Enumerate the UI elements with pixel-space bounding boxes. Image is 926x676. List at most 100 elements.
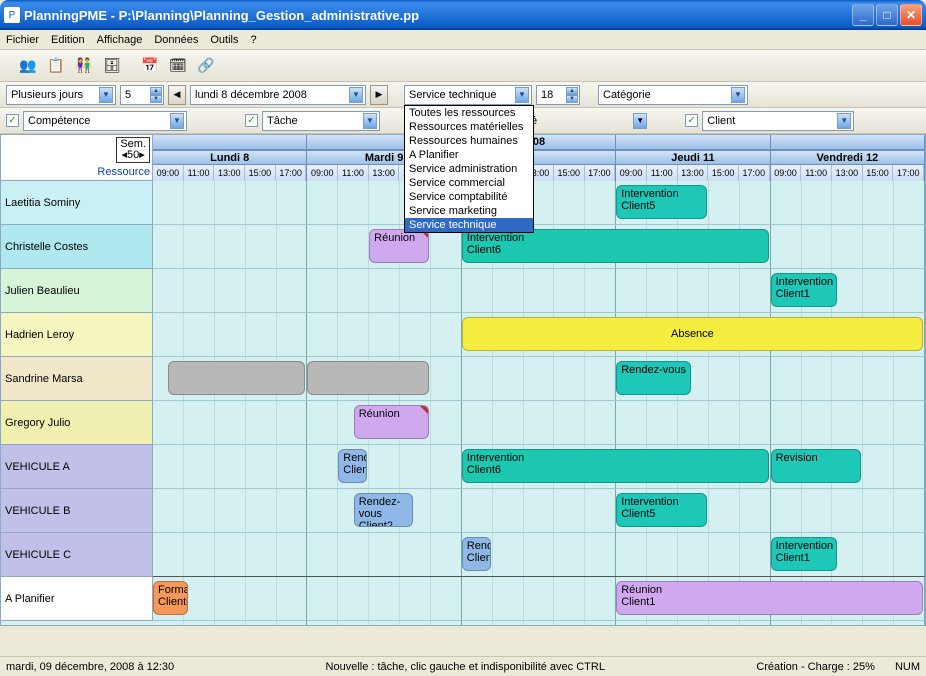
maximize-button[interactable]: □ <box>876 4 898 26</box>
minimize-button[interactable]: _ <box>852 4 874 26</box>
view-combo[interactable]: Plusieurs jours▼ <box>6 85 116 105</box>
client-label: Client <box>707 115 837 127</box>
resource-label[interactable]: Sandrine Marsa <box>1 357 153 401</box>
calendar-view-icon[interactable]: 🗓 <box>166 54 190 78</box>
resource-filter-dropdown[interactable]: Toutes les ressources Ressources matérie… <box>404 105 534 233</box>
resource-label[interactable]: Christelle Costes <box>1 225 153 269</box>
competence-combo[interactable]: Compétence▼ <box>23 111 187 131</box>
link-icon[interactable]: 🔗 <box>194 54 218 78</box>
task-block[interactable]: InterventionClient5 <box>616 493 707 527</box>
tache-label: Tâche <box>267 115 363 127</box>
resource-label[interactable]: VEHICULE A <box>1 445 153 489</box>
day-header-label: Lundi 8 <box>153 150 306 165</box>
menu-donnees[interactable]: Données <box>154 34 198 46</box>
option-admin[interactable]: Service administration <box>405 162 533 176</box>
spin-up-icon[interactable]: ▲ <box>566 87 578 95</box>
resource-label[interactable]: Hadrien Leroy <box>1 313 153 357</box>
tache-combo[interactable]: Tâche▼ <box>262 111 380 131</box>
date-next-button[interactable]: ▶ <box>370 85 388 105</box>
week-selector[interactable]: Sem. ◂50▸ <box>116 137 150 163</box>
count-spinner[interactable]: 5 ▲▼ <box>120 85 164 105</box>
control-row-1: Plusieurs jours▼ 5 ▲▼ ◀ lundi 8 décembre… <box>0 82 926 108</box>
competence-checkbox[interactable]: ✓ <box>6 114 19 127</box>
task-block[interactable]: Rendez-vous <box>616 361 691 395</box>
resource-filter-combo[interactable]: Service technique▼ Toutes les ressources… <box>404 85 532 105</box>
menu-bar: Fichier Edition Affichage Données Outils… <box>0 30 926 50</box>
task-block[interactable]: RendeClient5 <box>462 537 491 571</box>
spin-up-icon[interactable]: ▲ <box>150 87 162 95</box>
option-compta[interactable]: Service comptabilité <box>405 190 533 204</box>
date-combo[interactable]: lundi 8 décembre 2008▼ <box>190 85 366 105</box>
task-block[interactable]: InterventionClient6 <box>462 229 769 263</box>
task-block[interactable]: InterventionClient6 <box>462 449 769 483</box>
day-header-label: Vendredi 12 <box>771 150 924 165</box>
option-material[interactable]: Ressources matérielles <box>405 120 533 134</box>
task-block[interactable]: FormationClient6 <box>153 581 188 615</box>
task-block[interactable]: InterventionClient1 <box>771 273 837 307</box>
close-button[interactable]: ✕ <box>900 4 922 26</box>
date-label: lundi 8 décembre 2008 <box>195 89 349 101</box>
menu-outils[interactable]: Outils <box>210 34 238 46</box>
calendar-add-icon[interactable]: 📅 <box>138 54 162 78</box>
tache-checkbox[interactable]: ✓ <box>245 114 258 127</box>
spin-down-icon[interactable]: ▼ <box>150 95 162 103</box>
option-commercial[interactable]: Service commercial <box>405 176 533 190</box>
count-value: 5 <box>125 89 131 101</box>
option-planifier[interactable]: A Planifier <box>405 148 533 162</box>
filter-label: Service technique <box>409 89 515 101</box>
task-block[interactable]: Revision <box>771 449 862 483</box>
resource-icon[interactable]: 📋 <box>44 54 68 78</box>
client-checkbox[interactable]: ✓ <box>685 114 698 127</box>
resource-label[interactable]: Gregory Julio <box>1 401 153 445</box>
chevron-down-icon: ▼ <box>349 87 363 103</box>
menu-help[interactable]: ? <box>251 34 257 46</box>
server-icon[interactable]: 🗄 <box>100 54 124 78</box>
task-block[interactable] <box>168 361 305 395</box>
category-label: Catégorie <box>603 89 731 101</box>
app-icon: P <box>4 7 20 23</box>
status-num: NUM <box>895 661 920 673</box>
date-prev-button[interactable]: ◀ <box>168 85 186 105</box>
people-icon[interactable]: 👫 <box>72 54 96 78</box>
resource-label[interactable]: VEHICULE B <box>1 489 153 533</box>
resource-label[interactable]: A Planifier <box>1 577 153 621</box>
resource-header[interactable]: Ressource <box>97 166 150 178</box>
task-block[interactable]: InterventionClient1 <box>771 537 837 571</box>
task-block[interactable]: Absence <box>462 317 923 351</box>
task-block[interactable]: RendeClient3 <box>338 449 367 483</box>
chevron-down-icon: ▼ <box>99 87 113 103</box>
task-block[interactable]: RéunionClient1 <box>616 581 923 615</box>
resource-label[interactable]: Julien Beaulieu <box>1 269 153 313</box>
task-block[interactable]: Rendez-vousClient2 <box>354 493 414 527</box>
filter-count: 18 <box>541 89 553 101</box>
resource-label[interactable]: Laetitia Sominy <box>1 181 153 225</box>
status-hint: Nouvelle : tâche, clic gauche et indispo… <box>194 661 736 673</box>
window-title: PlanningPME - P:\Planning\Planning_Gesti… <box>24 8 852 23</box>
task-block[interactable]: Réunion <box>369 229 429 263</box>
chevron-down-icon: ▼ <box>731 87 745 103</box>
day-header: Lundi 809:0011:0013:0015:0017:00Mardi 90… <box>153 135 925 181</box>
spin-down-icon[interactable]: ▼ <box>566 95 578 103</box>
filter-count-spinner[interactable]: 18 ▲▼ <box>536 85 580 105</box>
client-combo[interactable]: Client▼ <box>702 111 854 131</box>
group-icon[interactable]: 👥 <box>16 54 40 78</box>
title-bar: P PlanningPME - P:\Planning\Planning_Ges… <box>0 0 926 30</box>
option-technique[interactable]: Service technique <box>405 218 533 232</box>
menu-fichier[interactable]: Fichier <box>6 34 39 46</box>
resource-label[interactable]: VEHICULE C <box>1 533 153 577</box>
menu-edition[interactable]: Edition <box>51 34 85 46</box>
grid-corner: Sem. ◂50▸ Ressource <box>1 135 153 181</box>
competence-label: Compétence <box>28 115 170 127</box>
option-all[interactable]: Toutes les ressources <box>405 106 533 120</box>
category-combo[interactable]: Catégorie▼ <box>598 85 748 105</box>
toolbar: 👥 📋 👫 🗄 📅 🗓 🔗 <box>0 50 926 82</box>
option-marketing[interactable]: Service marketing <box>405 204 533 218</box>
task-block[interactable]: Réunion <box>354 405 429 439</box>
task-block[interactable] <box>307 361 429 395</box>
option-human[interactable]: Ressources humaines <box>405 134 533 148</box>
task-block[interactable]: InterventionClient5 <box>616 185 707 219</box>
chevron-down-icon[interactable]: ▼ <box>633 113 647 129</box>
status-date: mardi, 09 décembre, 2008 à 12:30 <box>6 661 174 673</box>
chevron-down-icon: ▼ <box>363 113 377 129</box>
menu-affichage[interactable]: Affichage <box>97 34 143 46</box>
